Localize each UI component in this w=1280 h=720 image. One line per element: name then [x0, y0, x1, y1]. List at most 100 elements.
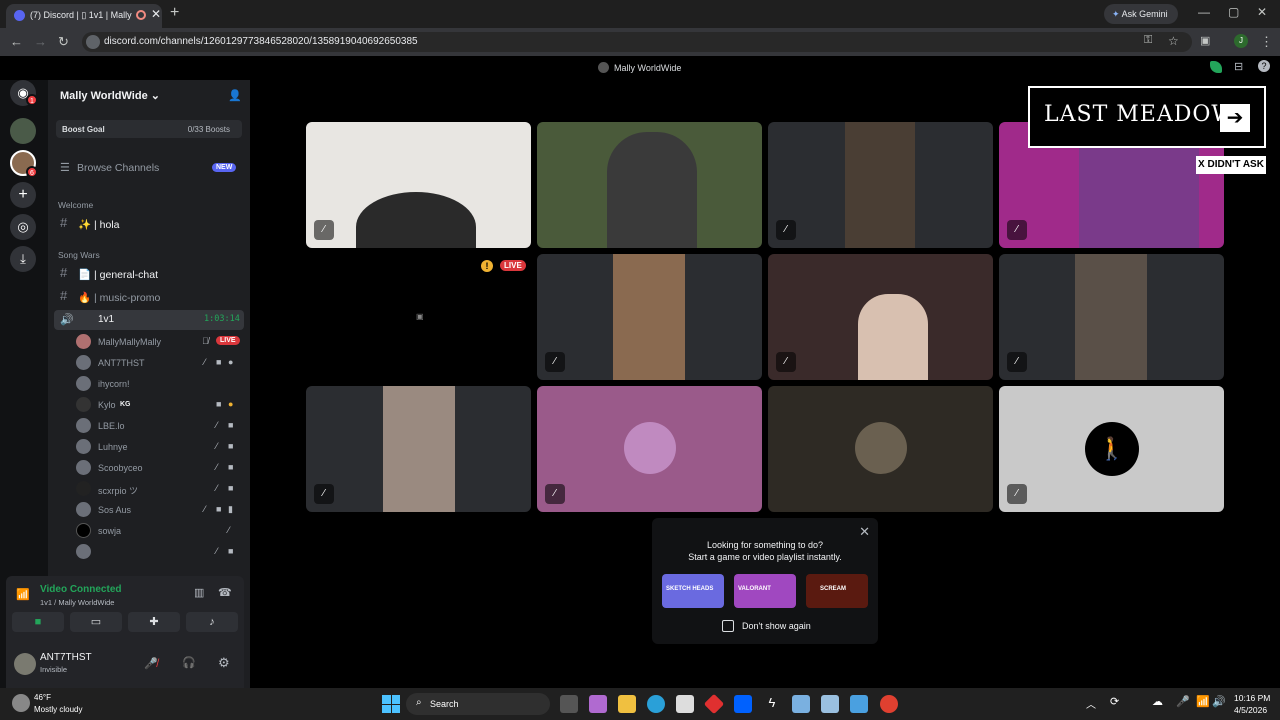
- tray-overflow-icon[interactable]: ︿: [1086, 696, 1096, 711]
- windows-start-icon[interactable]: [382, 695, 400, 713]
- video-tile[interactable]: ⁄: [768, 254, 993, 380]
- wifi-icon[interactable]: 📶: [1196, 695, 1210, 708]
- download-icon[interactable]: ⤓: [10, 246, 36, 272]
- search-icon: ⌕: [416, 697, 422, 708]
- reload-icon[interactable]: ↻: [58, 34, 69, 50]
- last-meadow-banner[interactable]: LAST MEADOW ➔: [1028, 86, 1266, 148]
- weather-temp[interactable]: 46°F: [34, 693, 51, 702]
- voice-member[interactable]: sowja ⁄: [76, 521, 244, 541]
- minimize-button[interactable]: —: [1198, 5, 1210, 19]
- channel-music-promo[interactable]: # 🔥 | music-promo: [48, 287, 250, 307]
- channel-general-chat[interactable]: # 📄 | general-chat: [48, 264, 250, 284]
- channel-hola[interactable]: # ✨ | hola: [48, 214, 250, 234]
- store-icon[interactable]: [676, 695, 694, 713]
- taskbar-search[interactable]: ⌕ Search: [406, 693, 550, 715]
- screen-share-button[interactable]: ▭: [70, 612, 122, 632]
- video-tile[interactable]: [768, 386, 993, 512]
- forward-arrow-icon[interactable]: →: [34, 34, 47, 49]
- voice-member[interactable]: scxrpio ツ ⁄ ■: [76, 479, 244, 499]
- mic-muted-icon[interactable]: 🎤̸: [144, 657, 158, 670]
- lightning-app-icon[interactable]: ϟ: [763, 695, 781, 713]
- voice-member[interactable]: Kylo KG ■ ●: [76, 395, 244, 415]
- voice-member[interactable]: Luhnye ⁄ ■: [76, 437, 244, 457]
- sync-icon[interactable]: ⟳: [1110, 695, 1119, 708]
- copilot-icon[interactable]: [589, 695, 607, 713]
- side-panel-icon[interactable]: ▣: [1200, 34, 1210, 47]
- weather-icon[interactable]: [12, 694, 30, 712]
- voice-status[interactable]: Video Connected: [40, 584, 122, 595]
- discover-icon[interactable]: ◎: [10, 214, 36, 240]
- add-server-icon[interactable]: +: [10, 182, 36, 208]
- camera-button[interactable]: ■: [12, 612, 64, 632]
- activity-card-scream[interactable]: SCREAM: [806, 574, 868, 608]
- headphones-icon[interactable]: 🎧: [182, 656, 196, 669]
- video-tile[interactable]: ⁄: [999, 254, 1224, 380]
- help-icon[interactable]: ?: [1258, 60, 1270, 72]
- volume-icon[interactable]: 🔊: [1212, 695, 1226, 708]
- user-name[interactable]: ANT7THST: [40, 652, 92, 663]
- video-tile[interactable]: ⁄: [768, 122, 993, 248]
- back-arrow-icon[interactable]: ←: [10, 34, 23, 49]
- voice-channel-1v1[interactable]: 🔊 1v1 1:03:14: [54, 310, 244, 330]
- new-tab-button[interactable]: +: [170, 4, 179, 22]
- app-window-icon[interactable]: [821, 695, 839, 713]
- video-tile[interactable]: [537, 122, 762, 248]
- tab-close-icon[interactable]: ✕: [151, 7, 161, 21]
- password-key-icon[interactable]: ⚿: [1144, 34, 1152, 47]
- video-tile[interactable]: ⁄: [306, 386, 531, 512]
- dropbox-icon[interactable]: [734, 695, 752, 713]
- site-info-icon[interactable]: [86, 35, 100, 49]
- task-view-icon[interactable]: [560, 695, 578, 713]
- voice-location[interactable]: 1v1 / Mally WorldWide: [40, 598, 114, 607]
- settings-gear-icon[interactable]: ⚙: [218, 655, 230, 671]
- maximize-button[interactable]: ▢: [1228, 5, 1239, 19]
- stream-tile[interactable]: ! LIVE ▣: [306, 254, 531, 380]
- ask-gemini-button[interactable]: ✦ Ask Gemini: [1104, 4, 1178, 24]
- disconnect-icon[interactable]: ☎: [218, 586, 232, 599]
- server-name-header[interactable]: Mally WorldWide ⌄: [60, 89, 160, 102]
- clock-time[interactable]: 10:16 PM: [1234, 693, 1270, 703]
- video-tile[interactable]: ⁄: [306, 122, 531, 248]
- menu-kebab-icon[interactable]: ⋮: [1260, 34, 1273, 50]
- microphone-icon[interactable]: 🎤: [1176, 695, 1190, 708]
- profile-avatar[interactable]: J: [1234, 34, 1248, 48]
- voice-member[interactable]: ⁄ ■: [76, 542, 244, 562]
- category-welcome[interactable]: Welcome: [48, 196, 250, 216]
- edge-browser-icon[interactable]: [647, 695, 665, 713]
- cloud-icon[interactable]: ☁: [1152, 695, 1163, 708]
- activity-card-valorant[interactable]: VALORANT: [734, 574, 796, 608]
- chrome-icon[interactable]: [880, 695, 898, 713]
- browser-tab[interactable]: (7) Discord | ▯ 1v1 | Mally ✕: [6, 4, 162, 28]
- user-avatar[interactable]: [14, 653, 36, 675]
- close-icon[interactable]: ✕: [859, 524, 870, 540]
- invite-people-icon[interactable]: 👤: [228, 89, 242, 102]
- noise-suppression-icon[interactable]: ▥: [194, 586, 204, 599]
- app-window-icon[interactable]: [792, 695, 810, 713]
- voice-member[interactable]: ANT7THST ⁄ ■ ●: [76, 353, 244, 373]
- voice-member[interactable]: Sos Aus ⁄ ■ ▮: [76, 500, 244, 520]
- server-icon-1[interactable]: [10, 118, 36, 144]
- soundboard-button[interactable]: ♪: [186, 612, 238, 632]
- video-tile[interactable]: ⁄: [537, 254, 762, 380]
- app-window-icon[interactable]: [850, 695, 868, 713]
- browse-channels-item[interactable]: ☰ Browse Channels NEW: [48, 158, 250, 178]
- boost-goal-bar[interactable]: Boost Goal 0/33 Boosts: [56, 120, 242, 138]
- voice-member[interactable]: LBE.lo ⁄ ■: [76, 416, 244, 436]
- app-red-icon[interactable]: [703, 693, 725, 715]
- file-explorer-icon[interactable]: [618, 695, 636, 713]
- voice-member[interactable]: MallyMallyMally 🎙̸ LIVE: [76, 332, 244, 352]
- close-window-button[interactable]: ✕: [1257, 5, 1267, 19]
- video-tile[interactable]: ⁄: [537, 386, 762, 512]
- activities-button[interactable]: ✚: [128, 612, 180, 632]
- nitro-leaf-icon[interactable]: [1210, 61, 1222, 73]
- voice-member[interactable]: Scoobyceo ⁄ ■: [76, 458, 244, 478]
- dont-show-checkbox[interactable]: [722, 620, 734, 632]
- category-song-wars[interactable]: Song Wars: [48, 246, 250, 266]
- video-tile[interactable]: 🚶 ⁄: [999, 386, 1224, 512]
- bookmark-star-icon[interactable]: ☆: [1168, 34, 1179, 48]
- url-field[interactable]: discord.com/channels/1260129773846528020…: [82, 32, 1192, 52]
- clock-date[interactable]: 4/5/2026: [1234, 705, 1267, 715]
- voice-member[interactable]: ihycorn!: [76, 374, 244, 394]
- inbox-icon[interactable]: ⊟: [1234, 60, 1243, 73]
- activity-card-sketch-heads[interactable]: SKETCH HEADS: [662, 574, 724, 608]
